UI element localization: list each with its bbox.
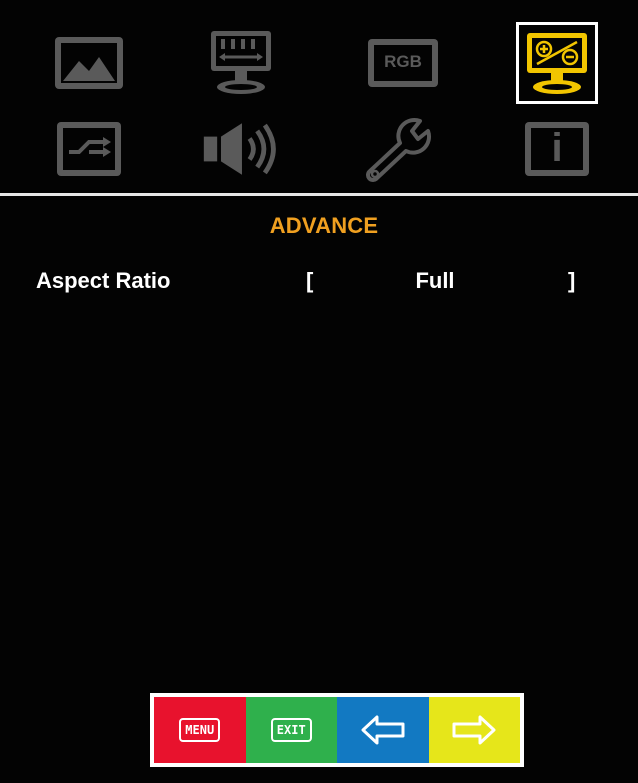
aspect-ratio-label: Aspect Ratio [36, 268, 171, 293]
tab-advance[interactable] [516, 22, 598, 104]
menu-key-label: MENU [179, 718, 221, 742]
advance-display-icon [527, 33, 587, 94]
aspect-ratio-value[interactable]: Full [380, 268, 490, 294]
exit-button[interactable]: EXIT [245, 697, 337, 763]
right-button[interactable] [428, 697, 520, 763]
header-divider [0, 193, 638, 196]
tab-input[interactable] [48, 108, 130, 190]
right-arrow-icon [452, 715, 496, 745]
osd-menu: RGB i ADVANCE Aspect Ratio [Full] MENU… [0, 0, 638, 783]
left-arrow-icon [361, 715, 405, 745]
speaker-icon [203, 123, 276, 175]
tab-rgb[interactable]: RGB [362, 22, 444, 104]
rgb-label: RGB [384, 52, 422, 71]
tab-audio[interactable] [200, 108, 282, 190]
display-geometry-icon [211, 31, 271, 94]
info-label: i [551, 126, 563, 170]
exit-key-label: EXIT [270, 718, 312, 742]
open-bracket: [ [306, 268, 314, 293]
picture-icon [55, 37, 123, 89]
close-bracket: ] [568, 268, 576, 293]
tab-picture[interactable] [48, 22, 130, 104]
control-button-bar: MENU EXIT [150, 693, 524, 767]
tab-setup[interactable] [362, 108, 444, 190]
menu-title: ADVANCE [269, 213, 379, 238]
tab-info[interactable]: i [516, 108, 598, 190]
tab-geometry[interactable] [200, 22, 282, 104]
wrench-icon [366, 117, 432, 182]
left-button[interactable] [337, 697, 429, 763]
menu-button[interactable]: MENU [154, 697, 246, 763]
input-source-icon [57, 122, 121, 176]
